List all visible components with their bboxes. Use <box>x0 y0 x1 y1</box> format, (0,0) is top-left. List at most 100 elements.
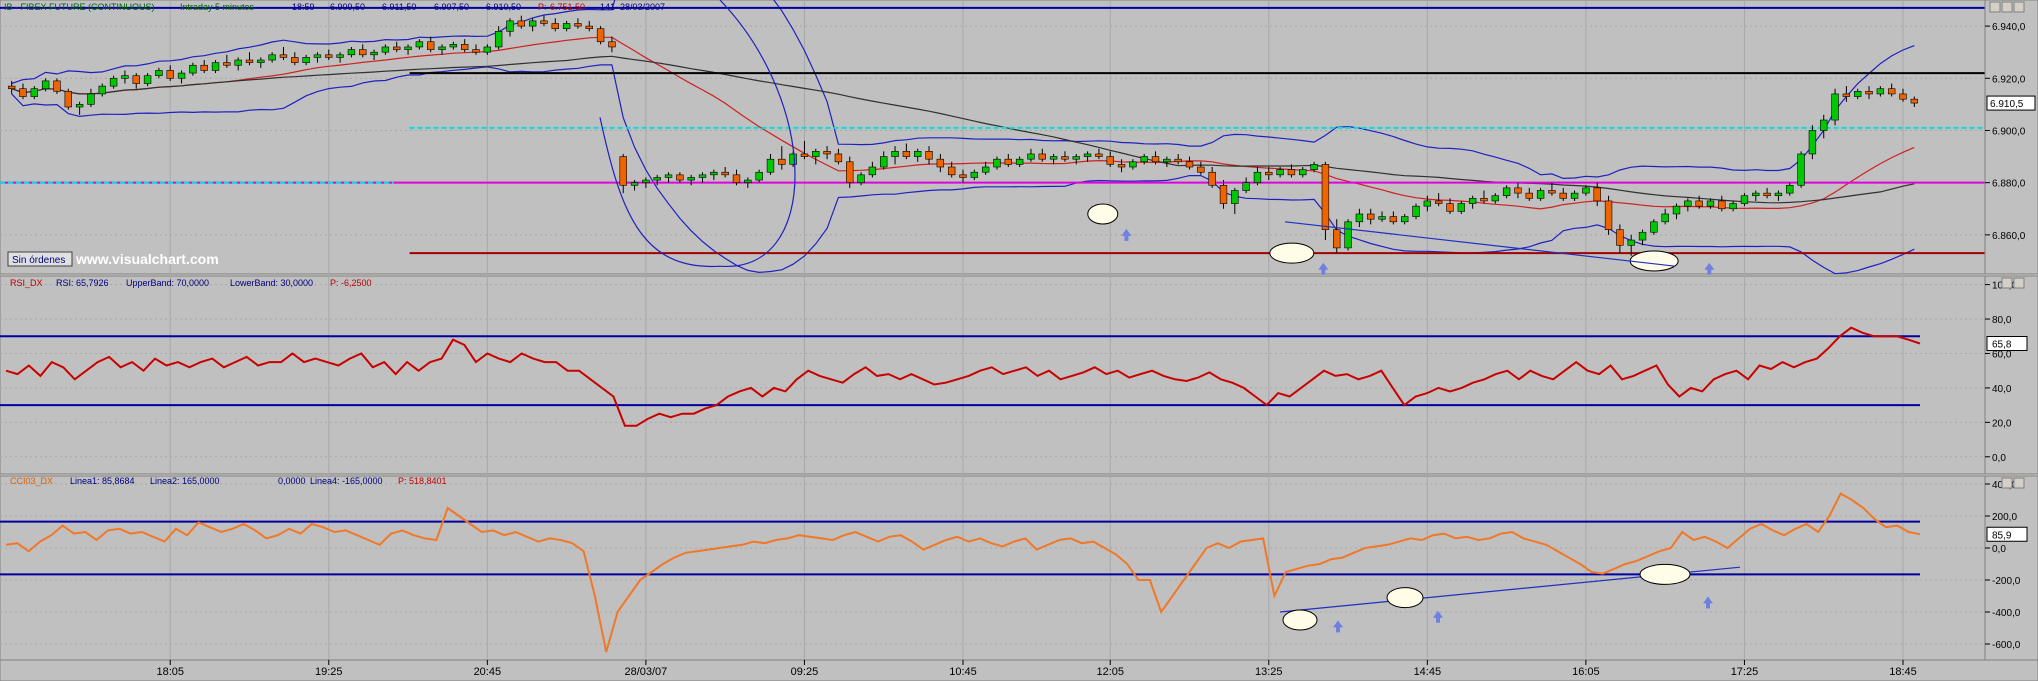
bull-candle <box>642 179 650 183</box>
cci-panel[interactable]: 400,0200,00,0-200,0-400,0-600,085,9 <box>0 475 2038 661</box>
bear-candle <box>1899 93 1907 100</box>
cci-y-tick-label: 200,0 <box>1992 512 2017 523</box>
bull-candle <box>981 166 990 173</box>
rsi-y-tick-label: 0,0 <box>1992 453 2006 464</box>
bear-candle <box>721 171 729 176</box>
bull-candle <box>41 80 50 90</box>
cci-close-icon[interactable] <box>2013 477 2025 489</box>
close-icon[interactable] <box>2013 1 2025 13</box>
bull-candle <box>494 31 503 48</box>
bull-candle <box>121 75 129 79</box>
bear-candle <box>800 153 809 157</box>
bear-candle <box>64 91 72 108</box>
bull-candle <box>143 75 152 84</box>
x-tick-label: 18:45 <box>1889 666 1917 678</box>
cci-line3: 0,0000 <box>278 476 306 486</box>
bear-candle <box>1548 190 1556 194</box>
x-tick-label: 16:05 <box>1572 666 1600 678</box>
bull-candle <box>630 182 639 186</box>
rsi-y-tick-label: 20,0 <box>1992 418 2012 429</box>
bull-candle <box>1774 192 1783 197</box>
cci-highlight-ellipse <box>1386 587 1424 609</box>
bull-candle <box>75 104 84 108</box>
bull-candle <box>415 41 424 48</box>
bull-candle <box>1627 239 1635 246</box>
minimize-icon[interactable] <box>1989 1 2001 13</box>
cci-panel-background <box>0 475 1986 661</box>
bear-candle <box>823 151 831 155</box>
bear-candle <box>1287 169 1296 176</box>
bear-candle <box>1219 184 1228 204</box>
rsi-maximize-icon[interactable] <box>2001 277 2013 289</box>
bear-candle <box>585 25 593 30</box>
bull-candle <box>857 174 865 183</box>
bull-candle <box>970 171 979 178</box>
y-tick-label: 6.860,0 <box>1992 231 2026 242</box>
orders-button-label[interactable]: Sin órdenes <box>12 255 65 266</box>
bull-candle <box>381 46 390 53</box>
x-tick-label: 18:05 <box>156 666 184 678</box>
bear-candle <box>291 57 299 63</box>
bull-candle <box>449 44 458 48</box>
cci-y-tick-label: -200,0 <box>1992 576 2021 587</box>
rsi-upper: UpperBand: 70,0000 <box>126 278 209 288</box>
bull-candle <box>1706 200 1715 207</box>
bull-candle <box>1672 205 1681 215</box>
bear-candle <box>1604 200 1613 230</box>
y-tick-label: 6.940,0 <box>1992 22 2026 33</box>
bull-candle <box>109 77 118 87</box>
bear-candle <box>1095 153 1103 157</box>
time-axis: 18:05 19:25 20:45 28/03/07 09:25 10:45 12:05 13… <box>0 659 2038 681</box>
y-tick-label: 6.880,0 <box>1992 179 2026 190</box>
maximize-icon[interactable] <box>2001 1 2013 13</box>
bull-candle <box>1876 88 1885 95</box>
price-panel[interactable]: 6.940,0 6.920,0 6.900,0 6.880,0 6.860,0 6.910… <box>0 0 2038 275</box>
rsi-panel-background <box>0 275 1986 475</box>
bear-candle <box>200 64 208 71</box>
bear-candle <box>245 59 254 63</box>
bull-candle <box>664 174 673 178</box>
bear-candle <box>959 174 967 178</box>
bull-candle <box>1072 156 1080 160</box>
rsi-y-tick-label: 80,0 <box>1992 315 2012 326</box>
cci-maximize-icon[interactable] <box>2001 477 2013 489</box>
bull-candle <box>789 153 797 165</box>
orders-button[interactable]: Sin órdenes <box>7 251 73 267</box>
bull-candle <box>1355 213 1364 223</box>
bull-candle <box>528 20 537 27</box>
bull-candle <box>1502 187 1511 197</box>
date-label: 28/03/2007 <box>620 2 665 12</box>
bear-candle <box>1367 213 1375 220</box>
bull-candle <box>268 54 276 61</box>
bear-candle <box>1593 187 1601 202</box>
bear-candle <box>1061 156 1069 160</box>
x-tick-label: 19:25 <box>315 666 343 678</box>
bear-candle <box>540 20 548 24</box>
bull-candle <box>993 158 1001 168</box>
bull-candle <box>1684 200 1692 207</box>
bull-candle <box>1378 216 1386 220</box>
bull-candle <box>1027 153 1035 160</box>
rsi-panel[interactable]: 100,080,060,040,020,00,065,8 <box>0 275 2038 475</box>
bear-candle <box>1480 198 1488 202</box>
volume-label: 141 <box>600 2 615 12</box>
bull-candle <box>710 171 718 176</box>
bear-candle <box>7 85 16 90</box>
bull-candle <box>891 151 899 157</box>
bear-candle <box>619 156 627 186</box>
bull-candle <box>1729 203 1737 210</box>
rsi-close-icon[interactable] <box>2013 277 2025 289</box>
bear-candle <box>1559 192 1567 199</box>
x-tick-label: 13:25 <box>1255 666 1283 678</box>
bull-candle <box>687 177 695 181</box>
bear-candle <box>1525 192 1533 199</box>
bull-candle <box>1049 156 1058 160</box>
bear-candle <box>279 54 288 58</box>
cci-axis-background <box>1984 475 2038 661</box>
bull-candle <box>1299 169 1307 176</box>
price-panel-background <box>0 0 1986 275</box>
bear-candle <box>947 166 956 176</box>
rsi-p: P: -6,2500 <box>330 278 372 288</box>
bull-candle <box>370 51 378 56</box>
low-label: 6.907,50 <box>434 2 469 12</box>
